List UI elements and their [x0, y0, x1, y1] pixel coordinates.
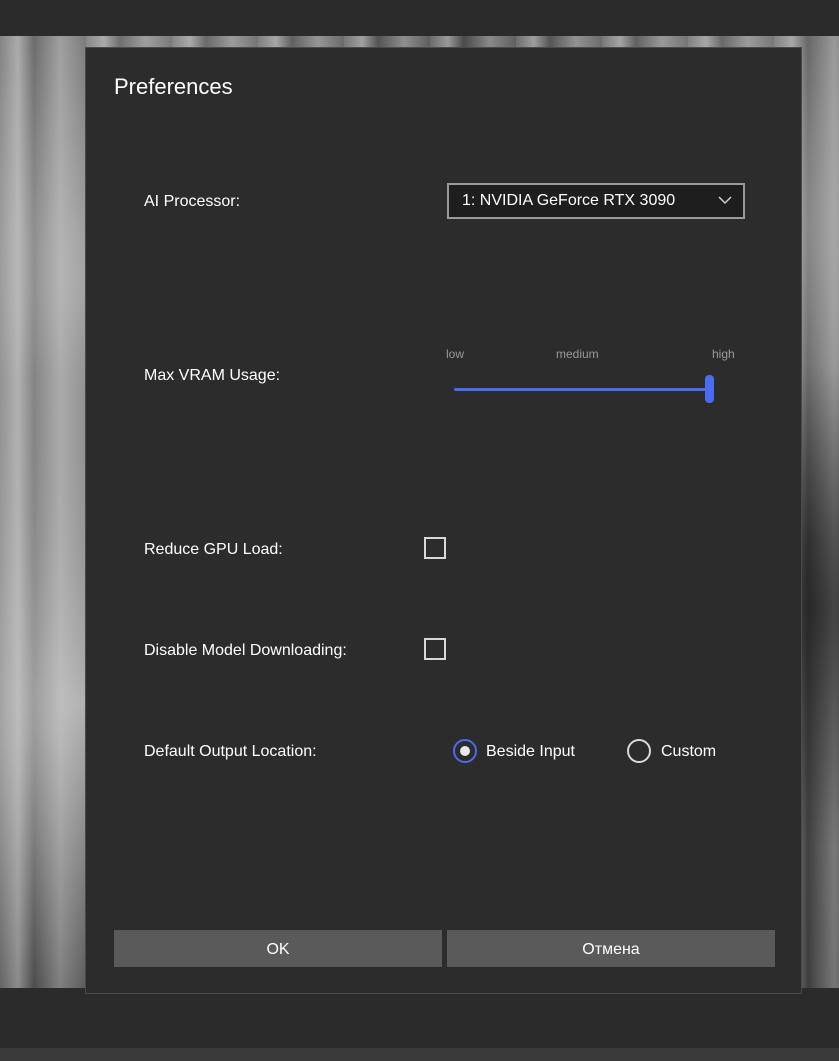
preferences-dialog: Preferences AI Processor: 1: NVIDIA GeFo…: [85, 47, 802, 994]
reduce-gpu-load-checkbox[interactable]: [424, 537, 446, 559]
vram-slider-track[interactable]: [454, 388, 709, 391]
ai-processor-select[interactable]: 1: NVIDIA GeForce RTX 3090: [447, 183, 745, 219]
vram-label: Max VRAM Usage:: [144, 367, 281, 384]
ai-processor-label: AI Processor:: [144, 193, 241, 210]
disable-model-downloading-checkbox[interactable]: [424, 638, 446, 660]
dialog-title: Preferences: [114, 74, 233, 99]
radio-beside-input[interactable]: [453, 739, 477, 763]
chevron-down-icon: [718, 196, 732, 205]
radio-custom[interactable]: [627, 739, 651, 763]
vram-tick-high: high: [712, 347, 735, 361]
vram-slider-thumb[interactable]: [705, 375, 714, 403]
output-location-label: Default Output Location:: [144, 743, 317, 760]
disable-model-downloading-label: Disable Model Downloading:: [144, 642, 347, 659]
vram-tick-low: low: [446, 347, 465, 361]
cancel-button[interactable]: Отмена: [447, 930, 775, 967]
ok-button[interactable]: OK: [114, 930, 442, 967]
radio-custom-label[interactable]: Custom: [661, 742, 716, 762]
ai-processor-value: 1: NVIDIA GeForce RTX 3090: [462, 192, 676, 209]
reduce-gpu-load-label: Reduce GPU Load:: [144, 541, 283, 558]
vram-tick-medium: medium: [556, 347, 599, 361]
radio-beside-input-label[interactable]: Beside Input: [486, 742, 575, 762]
status-strip: [0, 1048, 839, 1061]
